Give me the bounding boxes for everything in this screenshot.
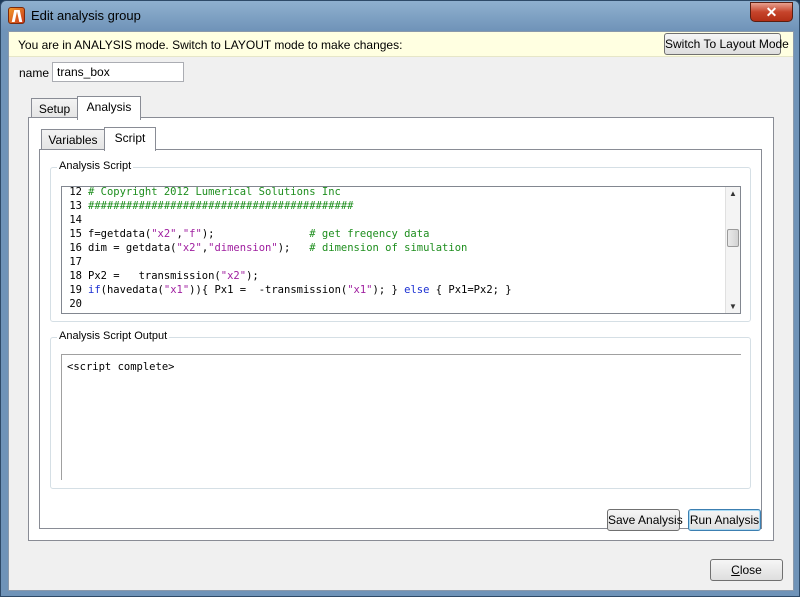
line-number: 18 [69,270,82,282]
run-analysis-button[interactable]: Run Analysis [688,509,761,531]
tab-script[interactable]: Script [104,127,156,151]
line-number: 12 [69,186,82,198]
script-line[interactable]: 18 Px2 = transmission("x2"); [62,269,727,283]
tab-variables[interactable]: Variables [41,129,105,151]
save-analysis-button[interactable]: Save Analysis [607,509,683,531]
switch-to-layout-button[interactable]: Switch To Layout Mode [664,33,789,55]
analysis-script-title: Analysis Script [57,160,134,172]
script-line[interactable]: 13 ######################################… [62,199,727,213]
line-code: dim = getdata("x2","dimension"); # dimen… [88,242,468,254]
line-number: 14 [69,214,82,226]
script-tab-panel: Analysis Script 12 # Copyright 2012 Lumer… [39,149,762,529]
script-line[interactable]: 21Py2 = transmission("y2"); [62,311,727,313]
scroll-down-arrow-icon[interactable]: ▼ [729,302,737,311]
scroll-up-arrow-icon[interactable]: ▲ [729,189,737,198]
name-input[interactable] [52,62,184,82]
analysis-output-group: Analysis Script Output <script complete> [50,330,751,489]
line-number: 17 [69,256,82,268]
script-line[interactable]: 17 [62,255,727,269]
mode-info-bar: You are in ANALYSIS mode. Switch to LAYO… [9,32,793,57]
script-scrollbar[interactable]: ▲ ▼ [725,187,740,313]
line-code: ########################################… [88,200,354,212]
close-button-label: lose [739,563,762,577]
line-number: 19 [69,284,82,296]
script-output-box[interactable]: <script complete> [61,354,741,480]
line-number: 16 [69,242,82,254]
script-line[interactable]: 14 [62,213,727,227]
line-number: 20 [69,298,82,310]
script-line[interactable]: 15 f=getdata("x2","f"); # get freqency da… [62,227,727,241]
line-number: 15 [69,228,82,240]
script-line[interactable]: 19 if(havedata("x1")){ Px1 = -transmissio… [62,283,727,297]
line-code: if(havedata("x1")){ Px1 = -transmission(… [88,284,512,296]
script-editor[interactable]: 12 # Copyright 2012 Lumerical Solutions I… [61,186,741,314]
line-number: 21 [62,311,88,313]
dialog-client-area: You are in ANALYSIS mode. Switch to LAYO… [8,31,794,591]
window-title: Edit analysis group [31,8,141,23]
scroll-thumb[interactable] [727,229,739,247]
dialog-window: Edit analysis group ✕ You are in ANALYSI… [0,0,800,597]
window-close-button[interactable]: ✕ [750,2,793,22]
script-line[interactable]: 16 dim = getdata("x2","dimension"); # dim… [62,241,727,255]
line-code: f=getdata("x2","f"); # get freqency data [88,228,430,240]
analysis-script-group: Analysis Script 12 # Copyright 2012 Lumer… [50,160,751,322]
analysis-tab-panel: Variables Script Analysis Script 12 # Cop… [28,117,774,541]
script-code[interactable]: 12 # Copyright 2012 Lumerical Solutions I… [62,186,727,313]
close-button-mnemonic: C [731,563,740,577]
lumerical-app-icon [8,7,25,24]
close-button[interactable]: Close [710,559,783,581]
line-code: # Copyright 2012 Lumerical Solutions Inc [88,186,341,198]
line-code: Py2 = transmission("y2"); [88,312,259,313]
script-line[interactable]: 20 [62,297,727,311]
mode-message: You are in ANALYSIS mode. Switch to LAYO… [18,38,403,52]
script-line[interactable]: 12 # Copyright 2012 Lumerical Solutions I… [62,186,727,199]
tab-analysis[interactable]: Analysis [77,96,141,120]
analysis-output-title: Analysis Script Output [57,330,170,342]
name-label: name [19,66,50,80]
line-code: Px2 = transmission("x2"); [88,270,259,282]
line-number: 13 [69,200,82,212]
script-output-text: <script complete> [67,361,175,373]
title-bar[interactable]: Edit analysis group ✕ [1,1,799,31]
